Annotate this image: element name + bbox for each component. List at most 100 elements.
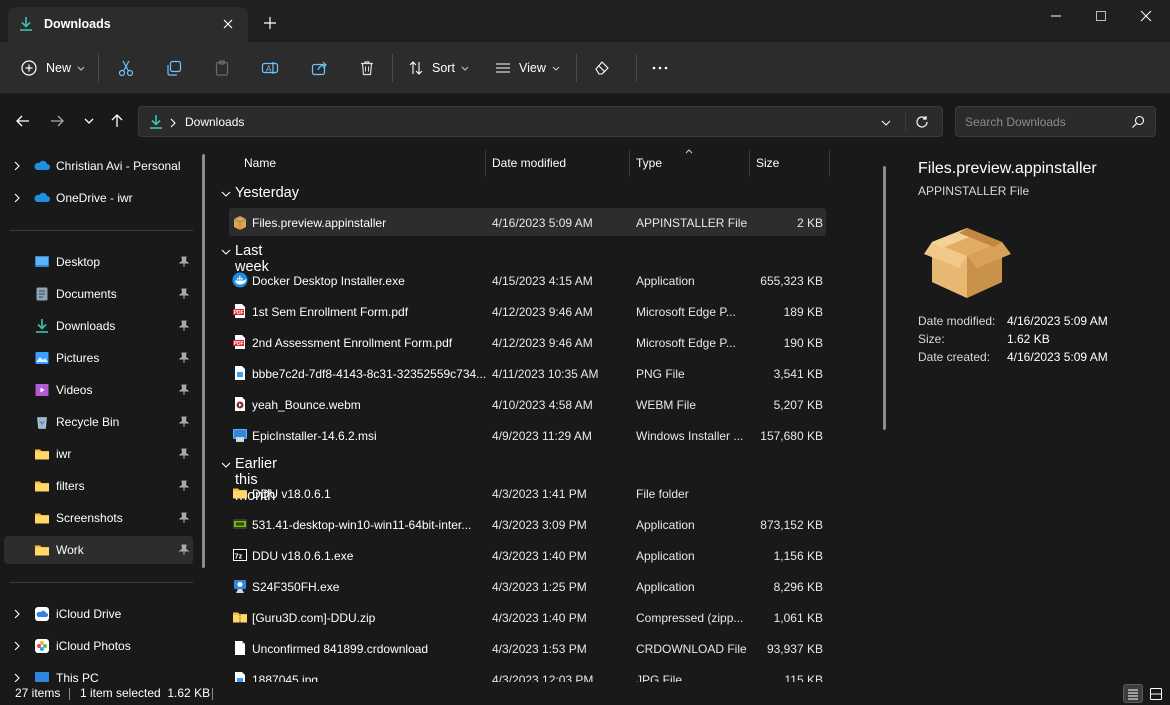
file-row[interactable]: S24F350FH.exe 4/3/2023 1:25 PM Applicati…: [229, 572, 826, 600]
pin-icon[interactable]: [178, 480, 190, 492]
more-options-button[interactable]: [651, 54, 669, 82]
chevron-right-icon[interactable]: [12, 609, 22, 619]
pin-icon[interactable]: [178, 384, 190, 396]
view-button[interactable]: View: [495, 54, 562, 82]
sidebar-item-downloads[interactable]: Downloads: [4, 312, 193, 340]
column-header-size[interactable]: Size: [756, 156, 779, 170]
sidebar-item-desktop[interactable]: Desktop: [4, 248, 193, 276]
sidebar-item-icloud-photos[interactable]: iCloud Photos: [4, 632, 193, 660]
delete-button[interactable]: [358, 54, 376, 82]
sidebar-item-label: Videos: [56, 383, 93, 397]
details-pane: Files.preview.appinstaller APPINSTALLER …: [890, 148, 1170, 682]
copy-button[interactable]: [165, 54, 183, 82]
minimize-icon[interactable]: [1046, 8, 1066, 24]
column-divider[interactable]: [749, 150, 750, 177]
paste-button[interactable]: [213, 54, 231, 82]
search-input[interactable]: Search Downloads: [965, 115, 1066, 129]
file-row[interactable]: yeah_Bounce.webm 4/10/2023 4:58 AM WEBM …: [229, 390, 826, 418]
file-row[interactable]: 531.41-desktop-win10-win11-64bit-inter..…: [229, 510, 826, 538]
sidebar-item-recycle-bin[interactable]: Recycle Bin: [4, 408, 193, 436]
tiles-view-button[interactable]: [1146, 684, 1166, 703]
file-date: 4/3/2023 1:40 PM: [492, 611, 587, 625]
filter-button[interactable]: [593, 54, 611, 82]
up-icon[interactable]: [108, 112, 126, 130]
folder-icon: [35, 449, 49, 460]
search-box[interactable]: Search Downloads: [955, 106, 1156, 137]
chevron-down-icon[interactable]: [880, 117, 892, 129]
address-bar[interactable]: Downloads: [138, 106, 943, 137]
maximize-icon[interactable]: [1091, 8, 1111, 24]
file-row[interactable]: EpicInstaller-14.6.2.msi 4/9/2023 11:29 …: [229, 421, 826, 449]
pin-icon[interactable]: [178, 512, 190, 524]
file-row[interactable]: bbbe7c2d-7df8-4143-8c31-32352559c734... …: [229, 359, 826, 387]
file-type: WEBM File: [636, 398, 696, 412]
sidebar-scrollbar[interactable]: [202, 154, 205, 568]
file-row[interactable]: 7z DDU v18.0.6.1.exe 4/3/2023 1:40 PM Ap…: [229, 541, 826, 569]
folder-icon: [233, 488, 247, 499]
sort-ascending-icon: [685, 149, 693, 154]
column-divider[interactable]: [629, 150, 630, 177]
forward-icon[interactable]: [48, 112, 66, 130]
sidebar-item-work[interactable]: Work: [4, 536, 193, 564]
back-icon[interactable]: [14, 112, 32, 130]
sidebar-item-label: Work: [56, 543, 84, 557]
sidebar-item-videos[interactable]: Videos: [4, 376, 193, 404]
pin-icon[interactable]: [178, 416, 190, 428]
sidebar-item-documents[interactable]: Documents: [4, 280, 193, 308]
sidebar-item-iwr[interactable]: iwr: [4, 440, 193, 468]
new-tab-icon[interactable]: [262, 15, 278, 31]
cut-button[interactable]: [117, 54, 135, 82]
pin-icon[interactable]: [178, 448, 190, 460]
file-name: 1887045.jpg: [252, 673, 319, 682]
sidebar-item-screenshots[interactable]: Screenshots: [4, 504, 193, 532]
file-list-scrollbar[interactable]: [883, 166, 886, 430]
pin-icon[interactable]: [178, 288, 190, 300]
recent-locations-icon[interactable]: [80, 112, 98, 130]
file-row[interactable]: Files.preview.appinstaller 4/16/2023 5:0…: [229, 208, 826, 236]
file-row[interactable]: [Guru3D.com]-DDU.zip 4/3/2023 1:40 PM Co…: [229, 603, 826, 631]
sort-button[interactable]: Sort: [408, 54, 471, 82]
file-date: 4/12/2023 9:46 AM: [492, 305, 593, 319]
file-name: S24F350FH.exe: [252, 580, 340, 594]
details-value: 4/16/2023 5:09 AM: [1007, 314, 1108, 328]
pin-icon[interactable]: [178, 352, 190, 364]
file-row[interactable]: DDU v18.0.6.1 4/3/2023 1:41 PM File fold…: [229, 479, 826, 507]
refresh-icon[interactable]: [915, 115, 929, 129]
file-size: 2 KB: [796, 216, 823, 230]
file-row[interactable]: Docker Desktop Installer.exe 4/15/2023 4…: [229, 266, 826, 294]
chevron-right-icon[interactable]: [12, 161, 22, 171]
column-header-type[interactable]: Type: [636, 156, 662, 170]
onedrive-icon: [34, 160, 50, 170]
file-row[interactable]: 1887045.jpg 4/3/2023 12:03 PM JPG File 1…: [229, 665, 826, 682]
file-size: 1,061 KB: [773, 611, 823, 625]
address-row: Downloads Search Downloads: [0, 94, 1170, 148]
pin-icon[interactable]: [178, 256, 190, 268]
chevron-right-icon[interactable]: [12, 193, 22, 203]
file-name: bbbe7c2d-7df8-4143-8c31-32352559c734...: [252, 367, 487, 381]
breadcrumb[interactable]: Downloads: [185, 115, 244, 129]
file-row[interactable]: PDF 2nd Assessment Enrollment Form.pdf 4…: [229, 328, 826, 356]
file-row[interactable]: Unconfirmed 841899.crdownload 4/3/2023 1…: [229, 634, 826, 662]
sidebar-item-filters[interactable]: filters: [4, 472, 193, 500]
share-button[interactable]: [310, 54, 328, 82]
recycle-bin-icon: [37, 417, 47, 429]
details-view-button[interactable]: [1123, 684, 1143, 703]
file-type: PNG File: [636, 367, 685, 381]
sidebar-item-icloud-drive[interactable]: iCloud Drive: [4, 600, 193, 628]
close-icon[interactable]: [220, 16, 236, 32]
window-close-icon[interactable]: [1136, 8, 1156, 24]
sidebar-item-pictures[interactable]: Pictures: [4, 344, 193, 372]
pin-icon[interactable]: [178, 320, 190, 332]
column-divider[interactable]: [485, 150, 486, 177]
new-button[interactable]: New: [20, 54, 87, 82]
column-divider[interactable]: [829, 150, 830, 177]
tab-downloads[interactable]: Downloads: [8, 7, 248, 42]
sidebar-item-onedrive-iwr[interactable]: OneDrive - iwr: [4, 184, 193, 212]
column-header-name[interactable]: Name: [244, 156, 276, 170]
file-row[interactable]: PDF 1st Sem Enrollment Form.pdf 4/12/202…: [229, 297, 826, 325]
pin-icon[interactable]: [178, 544, 190, 556]
sidebar-item-onedrive-personal[interactable]: Christian Avi - Personal: [4, 152, 193, 180]
rename-button[interactable]: A: [261, 54, 279, 82]
chevron-right-icon[interactable]: [12, 641, 22, 651]
column-header-date[interactable]: Date modified: [492, 156, 566, 170]
